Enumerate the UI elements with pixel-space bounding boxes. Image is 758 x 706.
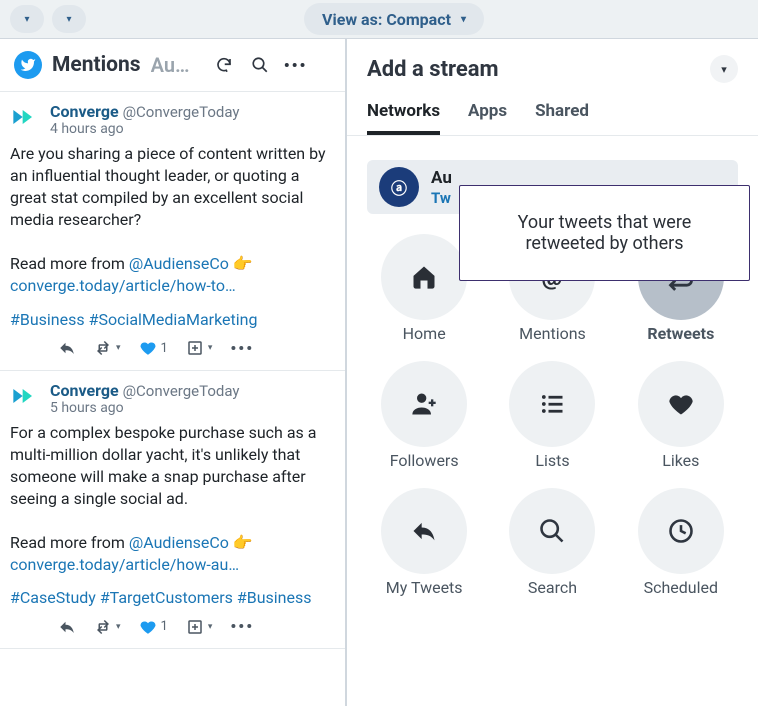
chevron-down-icon: ▾ xyxy=(461,14,466,25)
mention-link[interactable]: @AudienseCo xyxy=(129,533,229,552)
reply-button[interactable] xyxy=(58,618,76,636)
stream-likes[interactable]: Likes xyxy=(626,361,736,470)
author-name[interactable]: Converge xyxy=(50,102,119,121)
feed: Converge @ConvergeToday 4 hours ago Are … xyxy=(0,92,345,706)
list-icon xyxy=(538,390,566,418)
tweet-actions: ▾ 1 ▾ ••• xyxy=(10,613,335,644)
stream-label: Lists xyxy=(535,451,569,470)
like-button[interactable]: 1 xyxy=(139,618,168,636)
chevron-down-icon: ▾ xyxy=(208,343,213,353)
tweet-body: Are you sharing a piece of content writt… xyxy=(10,137,335,300)
reply-button[interactable] xyxy=(58,339,76,357)
panel-title: Add a stream xyxy=(367,57,499,82)
top-button-2[interactable]: ▾ xyxy=(52,5,86,33)
top-button-1[interactable]: ▾ xyxy=(10,5,44,33)
twitter-icon xyxy=(14,51,42,79)
tabs: Networks Apps Shared xyxy=(347,101,758,136)
tab-apps[interactable]: Apps xyxy=(468,101,507,135)
tweet-text: Read more from xyxy=(10,533,129,552)
tweet: Converge @ConvergeToday 5 hours ago For … xyxy=(0,371,345,650)
heart-icon xyxy=(667,390,695,418)
tweet-body: For a complex bespoke purchase such as a… xyxy=(10,416,335,579)
stream-label: Mentions xyxy=(519,324,586,343)
stream-label: Search xyxy=(528,578,577,597)
search-button[interactable] xyxy=(247,52,273,78)
hashtags[interactable]: #Business #SocialMediaMarketing xyxy=(10,300,335,335)
tweet-text: For a complex bespoke purchase such as a… xyxy=(10,423,316,508)
view-as-label: View as: Compact xyxy=(322,10,451,29)
tooltip: Your tweets that were retweeted by other… xyxy=(459,185,750,281)
reply-icon xyxy=(410,517,438,545)
stream-scheduled[interactable]: Scheduled xyxy=(626,488,736,597)
stream-search[interactable]: Search xyxy=(497,488,607,597)
stream-label: My Tweets xyxy=(386,578,463,597)
chevron-down-icon: ▾ xyxy=(24,14,29,25)
like-count: 1 xyxy=(161,619,168,634)
column-subtitle: Au… xyxy=(151,53,201,77)
tweet-actions: ▾ 1 ▾ ••• xyxy=(10,335,335,366)
avatar[interactable] xyxy=(10,381,40,411)
retweet-button[interactable]: ▾ xyxy=(94,339,121,357)
stream-my-tweets[interactable]: My Tweets xyxy=(369,488,479,597)
stream-grid: Home Mentions Retweets Followers Lists L… xyxy=(347,234,758,597)
stream-label: Likes xyxy=(662,451,699,470)
network-avatar: ⓐ xyxy=(379,167,419,207)
clock-icon xyxy=(667,517,695,545)
chevron-down-icon: ▾ xyxy=(116,622,121,632)
retweet-button[interactable]: ▾ xyxy=(94,618,121,636)
network-name: Au xyxy=(431,168,452,188)
chevron-down-icon: ▾ xyxy=(116,343,121,353)
tweet-text: Are you sharing a piece of content writt… xyxy=(10,144,326,229)
stream-label: Followers xyxy=(390,451,459,470)
stream-label: Scheduled xyxy=(644,578,718,597)
collapse-button[interactable]: ▾ xyxy=(710,55,738,83)
tab-shared[interactable]: Shared xyxy=(535,101,589,135)
home-icon xyxy=(410,263,438,291)
stream-label: Home xyxy=(403,324,446,343)
pointer-icon: 👉 xyxy=(233,532,253,554)
url-link[interactable]: converge.today/article/how-au… xyxy=(10,555,239,574)
follower-icon xyxy=(410,390,438,418)
avatar[interactable] xyxy=(10,102,40,132)
stream-label: Retweets xyxy=(647,324,714,343)
hashtags[interactable]: #CaseStudy #TargetCustomers #Business xyxy=(10,578,335,613)
stream-lists[interactable]: Lists xyxy=(497,361,607,470)
column-header: Mentions Au… ••• xyxy=(0,39,345,92)
tweet-text: Read more from xyxy=(10,254,129,273)
mention-link[interactable]: @AudienseCo xyxy=(129,254,229,273)
refresh-button[interactable] xyxy=(211,52,237,78)
like-count: 1 xyxy=(161,341,168,356)
author-handle[interactable]: @ConvergeToday xyxy=(123,382,240,400)
more-button[interactable]: ••• xyxy=(283,52,309,78)
network-sub: Tw xyxy=(431,189,451,207)
author-handle[interactable]: @ConvergeToday xyxy=(123,103,240,121)
tab-networks[interactable]: Networks xyxy=(367,101,440,135)
mentions-column: Mentions Au… ••• Converge @ConvergeToday… xyxy=(0,39,346,706)
top-bar: ▾ ▾ View as: Compact ▾ xyxy=(0,0,758,38)
column-title: Mentions xyxy=(52,53,141,77)
tweet: Converge @ConvergeToday 4 hours ago Are … xyxy=(0,92,345,371)
add-stream-panel: Add a stream ▾ Networks Apps Shared ⓐ Au… xyxy=(346,39,758,706)
view-as-button[interactable]: View as: Compact ▾ xyxy=(304,3,484,35)
tweet-time: 5 hours ago xyxy=(50,400,239,416)
stream-followers[interactable]: Followers xyxy=(369,361,479,470)
url-link[interactable]: converge.today/article/how-to… xyxy=(10,276,236,295)
more-actions-button[interactable]: ••• xyxy=(230,339,254,358)
save-button[interactable]: ▾ xyxy=(186,618,213,636)
pointer-icon: 👉 xyxy=(233,253,253,275)
search-icon xyxy=(538,517,566,545)
more-actions-button[interactable]: ••• xyxy=(230,617,254,636)
chevron-down-icon: ▾ xyxy=(66,14,71,25)
save-button[interactable]: ▾ xyxy=(186,339,213,357)
like-button[interactable]: 1 xyxy=(139,339,168,357)
author-name[interactable]: Converge xyxy=(50,381,119,400)
chevron-down-icon: ▾ xyxy=(721,63,727,76)
chevron-down-icon: ▾ xyxy=(208,622,213,632)
tweet-time: 4 hours ago xyxy=(50,121,239,137)
